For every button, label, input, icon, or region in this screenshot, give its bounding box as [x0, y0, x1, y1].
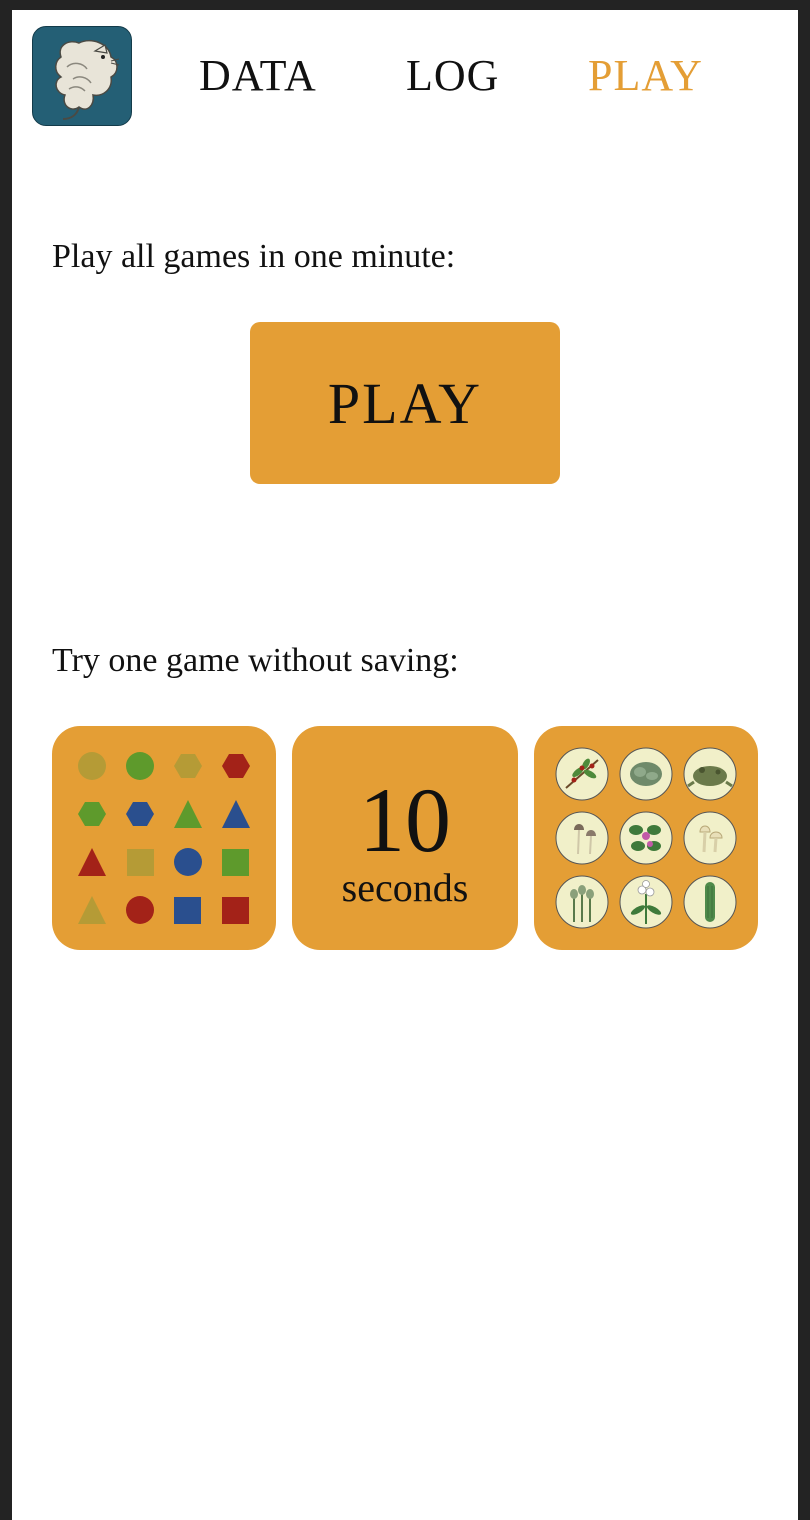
green-triangle-icon — [174, 800, 202, 828]
fungi-cluster-icon — [683, 811, 737, 865]
play-all-button-label: PLAY — [327, 370, 483, 436]
flowering-plant-icon — [619, 811, 673, 865]
berry-branch-icon — [555, 747, 609, 801]
red-hexagon-icon — [222, 754, 250, 778]
red-triangle-icon — [78, 848, 106, 876]
app-logo-rat-icon[interactable] — [32, 26, 132, 126]
blue-square-icon — [174, 897, 201, 924]
nature-game-tile[interactable] — [534, 726, 758, 950]
nav-data-tab[interactable]: DATA — [199, 48, 317, 104]
red-square-icon — [222, 897, 249, 924]
mushroom-icon — [555, 811, 609, 865]
olive-square-icon — [127, 849, 154, 876]
nav-play-tab[interactable]: PLAY — [588, 48, 703, 104]
cactus-icon — [683, 875, 737, 929]
seed-pods-icon — [555, 875, 609, 929]
play-screen: DATA LOG PLAY Play all games in one minu… — [12, 10, 798, 1520]
try-one-heading: Try one game without saving: — [52, 642, 459, 679]
lichen-icon — [619, 747, 673, 801]
red-circle-icon — [126, 896, 154, 924]
olive-triangle-icon — [78, 896, 106, 924]
play-all-heading: Play all games in one minute: — [52, 238, 456, 275]
green-hexagon-icon — [78, 802, 106, 826]
olive-hexagon-icon — [174, 754, 202, 778]
timer-unit: seconds — [341, 865, 469, 910]
timer-value: 10 — [359, 769, 451, 871]
nav-log-tab[interactable]: LOG — [406, 48, 499, 104]
play-all-button[interactable]: PLAY — [250, 322, 560, 484]
shapes-game-tile[interactable] — [52, 726, 276, 950]
blue-triangle-icon — [222, 800, 250, 828]
green-circle-icon — [126, 752, 154, 780]
olive-circle-icon — [78, 752, 106, 780]
lily-icon — [619, 875, 673, 929]
green-square-icon — [222, 849, 249, 876]
blue-circle-icon — [174, 848, 202, 876]
toad-icon — [683, 747, 737, 801]
timer-game-tile[interactable]: 10 seconds — [292, 726, 518, 950]
blue-hexagon-icon — [126, 802, 154, 826]
